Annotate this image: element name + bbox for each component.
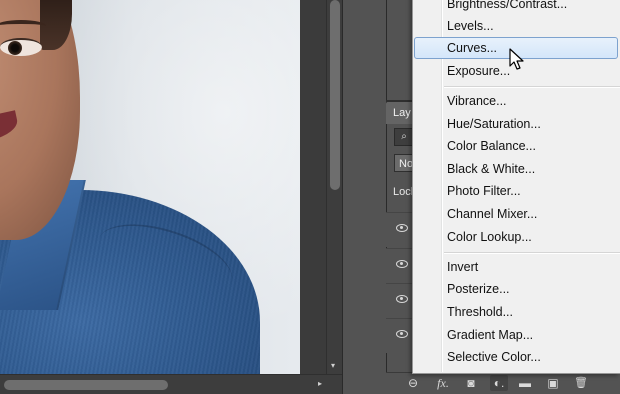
- menu-item-photo-filter[interactable]: Photo Filter...: [413, 180, 620, 202]
- scroll-right-arrow-icon[interactable]: ▸: [318, 379, 322, 388]
- menu-item-color-lookup[interactable]: Color Lookup...: [413, 226, 620, 248]
- menu-item-levels[interactable]: Levels...: [413, 15, 620, 37]
- menu-item-channel-mixer[interactable]: Channel Mixer...: [413, 203, 620, 225]
- menu-item-color-balance[interactable]: Color Balance...: [413, 135, 620, 157]
- menu-item-brightness-contrast[interactable]: Brightness/Contrast...: [413, 0, 620, 15]
- visibility-eye-icon[interactable]: [396, 260, 408, 268]
- photo-eye: [0, 38, 42, 56]
- canvas-horizontal-scrollbar[interactable]: ▸: [0, 374, 342, 394]
- photo-eyebrow: [0, 20, 46, 32]
- menu-item-selective-color[interactable]: Selective Color...: [413, 346, 620, 368]
- visibility-eye-icon[interactable]: [396, 295, 408, 303]
- vertical-scroll-thumb[interactable]: [330, 0, 340, 190]
- menu-item-threshold[interactable]: Threshold...: [413, 301, 620, 323]
- horizontal-scroll-thumb[interactable]: [4, 380, 168, 390]
- menu-item-invert[interactable]: Invert: [413, 256, 620, 278]
- visibility-eye-icon[interactable]: [396, 224, 408, 232]
- adjustment-layer-icon[interactable]: ◐.: [490, 375, 508, 391]
- visibility-eye-icon[interactable]: [396, 330, 408, 338]
- menu-item-hue-saturation[interactable]: Hue/Saturation...: [413, 113, 620, 135]
- photoshop-workspace: ▾ ▸ Lay ⌕ No Lock ⊖ fx. ◙ ◐. ▬ ▣ 🗑 Brigh…: [0, 0, 620, 394]
- canvas-pasteboard: [300, 0, 326, 374]
- canvas-vertical-scrollbar[interactable]: ▾: [326, 0, 343, 374]
- panel-dock-strip: [342, 0, 387, 394]
- add-mask-icon[interactable]: ◙: [462, 375, 480, 391]
- trash-icon[interactable]: 🗑: [572, 375, 590, 391]
- new-layer-icon[interactable]: ▣: [544, 375, 562, 391]
- layer-filter-search-icon[interactable]: ⌕: [394, 128, 414, 146]
- mouse-pointer-icon: [509, 48, 524, 70]
- menu-item-black-white[interactable]: Black & White...: [413, 158, 620, 180]
- document-canvas[interactable]: [0, 0, 300, 374]
- fx-icon[interactable]: fx.: [434, 375, 452, 391]
- scroll-down-arrow-icon[interactable]: ▾: [331, 361, 335, 370]
- menu-item-vibrance[interactable]: Vibrance...: [413, 90, 620, 112]
- menu-divider: [444, 252, 620, 254]
- menu-item-posterize[interactable]: Posterize...: [413, 278, 620, 300]
- menu-item-gradient-map[interactable]: Gradient Map...: [413, 324, 620, 346]
- menu-divider: [444, 86, 620, 88]
- link-layers-icon[interactable]: ⊖: [404, 375, 422, 391]
- folder-icon[interactable]: ▬: [516, 375, 534, 391]
- photo-iris: [8, 41, 22, 55]
